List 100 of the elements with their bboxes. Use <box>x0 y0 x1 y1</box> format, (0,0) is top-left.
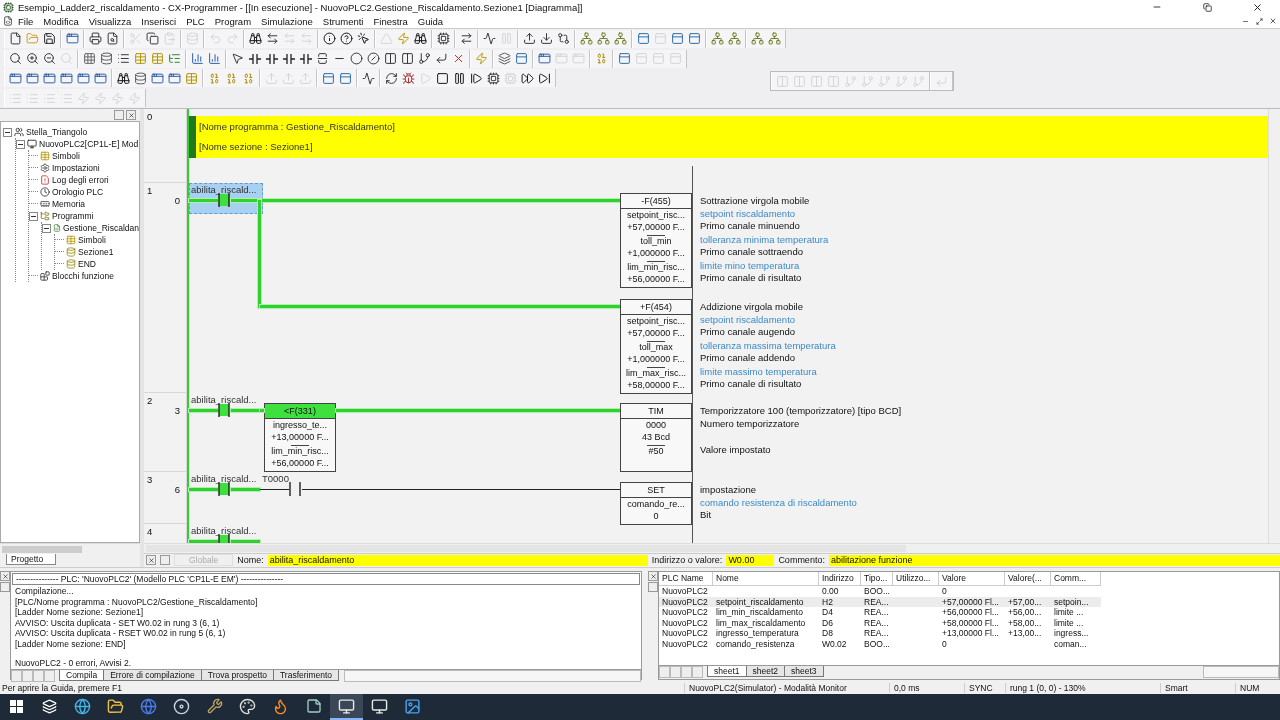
file-icon[interactable] <box>9 32 22 46</box>
preview-icon[interactable] <box>106 32 119 46</box>
network-icon[interactable] <box>711 32 724 46</box>
skip-icon[interactable] <box>538 71 551 85</box>
scroll-button[interactable] <box>648 582 658 592</box>
scrollbar[interactable] <box>144 543 1280 553</box>
close-button[interactable] <box>648 571 658 581</box>
grid-icon[interactable] <box>83 52 96 66</box>
nav-button[interactable] <box>11 669 22 682</box>
instruction-block[interactable]: SET comando_re... 0 <box>620 482 692 525</box>
instruction-block[interactable]: TIM 0000 43 Bcd #50 <box>620 403 692 472</box>
column-header[interactable]: Nome <box>713 572 819 586</box>
pulse-icon[interactable] <box>483 32 496 46</box>
column-header[interactable]: Utilizzo... <box>893 572 939 586</box>
close-button[interactable] <box>146 555 156 566</box>
column-header[interactable]: Comm... <box>1051 572 1101 586</box>
scrollbar[interactable] <box>344 669 641 682</box>
binary-icon[interactable] <box>242 71 255 85</box>
window-icon[interactable] <box>66 32 79 46</box>
stop-icon[interactable] <box>436 71 449 85</box>
lightning-icon[interactable] <box>475 52 488 66</box>
tree-toggle[interactable] <box>16 139 25 149</box>
info-icon[interactable] <box>323 32 336 46</box>
sheet-tab[interactable]: sheet1 <box>707 666 747 677</box>
scroll-button[interactable] <box>160 555 170 566</box>
window-icon[interactable] <box>26 71 39 85</box>
name-field[interactable]: abilita_riscaldamento <box>267 554 648 566</box>
contact-symbol[interactable] <box>288 482 302 496</box>
tree-item[interactable]: Impostazioni <box>52 163 100 173</box>
menu-item[interactable]: Finestra <box>368 15 413 27</box>
panel-icon[interactable] <box>637 32 650 46</box>
binoculars-icon[interactable] <box>414 32 427 46</box>
output-tab[interactable]: Compila <box>59 669 105 681</box>
column-header[interactable]: Tipo... <box>861 572 893 586</box>
pause-icon[interactable] <box>453 71 466 85</box>
corner-icon[interactable] <box>435 52 448 66</box>
pulse-icon[interactable] <box>362 71 375 85</box>
tree-item[interactable]: Blocchi funzione <box>52 271 114 281</box>
window-icon[interactable] <box>77 71 90 85</box>
nav-button[interactable] <box>33 669 44 682</box>
branch-icon[interactable] <box>418 52 431 66</box>
network-icon[interactable] <box>597 32 610 46</box>
binoculars-icon[interactable] <box>249 32 262 46</box>
menu-item[interactable]: Visualizza <box>83 15 137 27</box>
pointer-icon[interactable] <box>231 52 244 66</box>
printer-icon[interactable] <box>89 32 102 46</box>
chart-icon[interactable] <box>191 52 204 66</box>
table-icon[interactable] <box>151 52 164 66</box>
panel-icon[interactable] <box>515 52 528 66</box>
binary-icon[interactable] <box>208 71 221 85</box>
close-button[interactable] <box>126 110 136 120</box>
pointer-help-icon[interactable] <box>357 32 370 46</box>
menu-item[interactable]: Inserisci <box>136 15 182 27</box>
sheet-tab[interactable]: sheet3 <box>784 666 824 677</box>
pin-button[interactable] <box>114 110 124 120</box>
menu-item[interactable]: Guida <box>412 15 449 27</box>
window-icon[interactable] <box>168 71 181 85</box>
download-icon[interactable] <box>540 32 553 46</box>
chip-icon[interactable] <box>437 32 450 46</box>
tree-item[interactable]: Memoria <box>52 199 86 209</box>
tree-item[interactable]: Programmi <box>52 211 94 221</box>
sheet-tab[interactable]: sheet2 <box>745 666 786 677</box>
tree-icon[interactable] <box>168 52 181 66</box>
column-header[interactable]: Indirizzo <box>819 572 861 586</box>
tree-item[interactable]: Sezione1 <box>78 247 114 257</box>
block-icon[interactable] <box>384 52 397 66</box>
contact-symbol[interactable] <box>217 482 231 496</box>
nav-button[interactable] <box>22 669 33 682</box>
project-tab[interactable]: Progetto <box>6 554 57 565</box>
copy-icon[interactable] <box>146 32 159 46</box>
panel-icon[interactable] <box>671 32 684 46</box>
scroll-button[interactable] <box>0 582 10 592</box>
tree-item[interactable]: Gestione_Riscaldan <box>62 223 139 233</box>
menu-item[interactable]: Program <box>209 15 257 27</box>
fast-forward-icon[interactable] <box>521 71 534 85</box>
binoculars-icon[interactable] <box>117 71 130 85</box>
swap-icon[interactable] <box>266 32 279 46</box>
chart-icon[interactable] <box>208 52 221 66</box>
compare-icon[interactable] <box>557 32 570 46</box>
window-icon[interactable] <box>43 71 56 85</box>
search-icon[interactable] <box>9 52 22 66</box>
menu-item[interactable]: PLC <box>181 15 210 27</box>
tree-toggle[interactable] <box>3 127 12 137</box>
contact-symbol[interactable] <box>217 193 231 207</box>
network-icon[interactable] <box>580 32 593 46</box>
tree-item[interactable]: END <box>78 259 96 269</box>
window-icon[interactable] <box>94 71 107 85</box>
save-icon[interactable] <box>43 32 56 46</box>
tree-item[interactable]: Stella_Triangolo <box>26 127 88 137</box>
database-icon[interactable] <box>100 52 113 66</box>
output-tab[interactable]: Trova prospetto <box>200 669 274 681</box>
panel-icon[interactable] <box>322 71 335 85</box>
output-tab[interactable]: Errore di compilazione <box>103 669 202 681</box>
address-field[interactable]: W0.00 <box>726 554 775 566</box>
vertical-line-icon[interactable] <box>316 52 329 66</box>
block-icon[interactable] <box>401 52 414 66</box>
panel-icon[interactable] <box>688 32 701 46</box>
network-icon[interactable] <box>751 32 764 46</box>
instruction-block[interactable]: +F(454) setpoint_risc... +57,00000 F... toll_max +1,000000 F... lim_max_risc... +58,00000 F... <box>620 299 692 394</box>
window-icon[interactable] <box>538 52 551 66</box>
